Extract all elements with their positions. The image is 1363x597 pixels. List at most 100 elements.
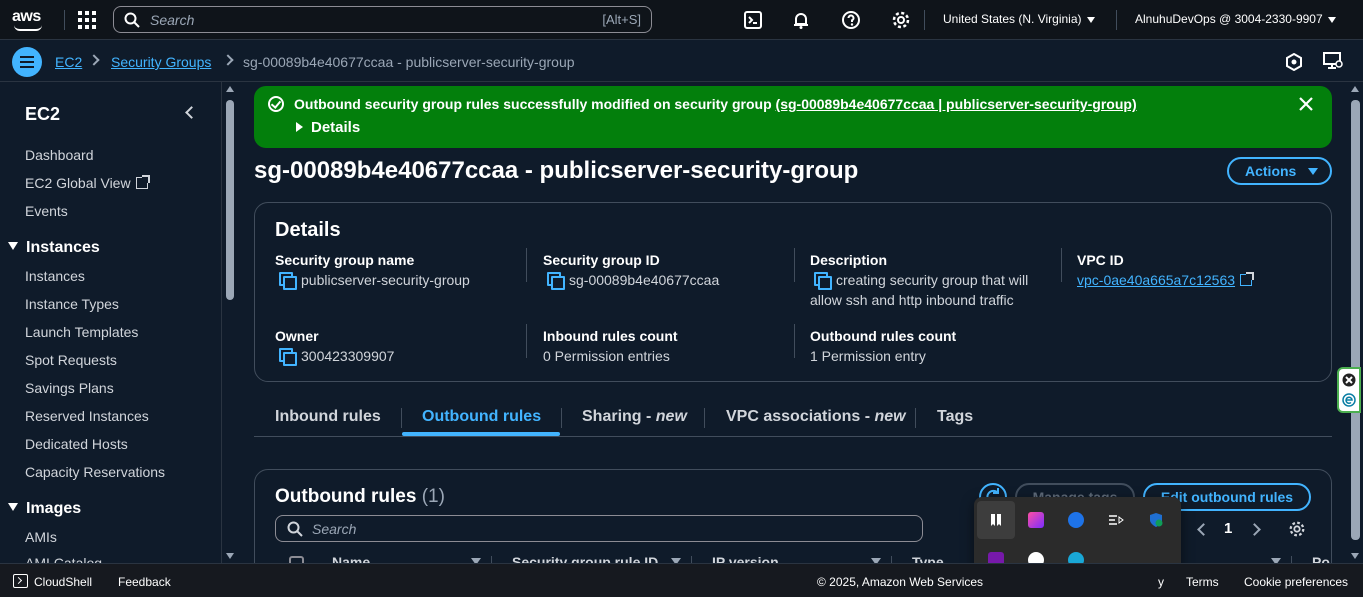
active-tab-indicator xyxy=(402,432,560,436)
chevron-right-icon xyxy=(88,54,100,66)
sidebar-item-ami-catalog[interactable]: AMI Catalog xyxy=(25,555,102,563)
sidebar-item-dashboard[interactable]: Dashboard xyxy=(25,147,94,163)
side-navigation: EC2 Dashboard EC2 Global View Events Ins… xyxy=(0,82,222,563)
cloudshell-icon[interactable] xyxy=(743,10,763,30)
breadcrumb-security-groups[interactable]: Security Groups xyxy=(111,54,211,70)
copy-icon[interactable] xyxy=(814,272,832,290)
close-circle-icon[interactable] xyxy=(1342,373,1356,387)
success-check-icon xyxy=(268,96,284,112)
sidebar-item-launch-templates[interactable]: Launch Templates xyxy=(25,324,138,340)
vpc-id-label: VPC ID xyxy=(1077,252,1124,268)
browser-extension-widget[interactable] xyxy=(1337,367,1361,413)
inbound-count-label: Inbound rules count xyxy=(543,328,678,344)
breadcrumb-ec2[interactable]: EC2 xyxy=(55,54,82,70)
copy-icon[interactable] xyxy=(279,272,297,290)
sidebar-item-instances[interactable]: Instances xyxy=(25,268,85,284)
search-placeholder: Search xyxy=(150,11,195,28)
sidebar-scrollbar[interactable] xyxy=(223,82,237,563)
flash-sg-link[interactable]: (sg-00089b4e40677ccaa | publicserver-sec… xyxy=(776,96,1137,112)
region-selector[interactable]: United States (N. Virginia) xyxy=(943,12,1095,26)
tab-tags[interactable]: Tags xyxy=(937,408,973,426)
outbound-count-value: 1 Permission entry xyxy=(810,348,926,364)
page-title: sg-00089b4e40677ccaa - publicserver-secu… xyxy=(254,157,859,184)
sidebar-section-images[interactable]: Images xyxy=(8,500,81,518)
tab-inbound-rules[interactable]: Inbound rules xyxy=(275,408,381,426)
services-grid-icon[interactable] xyxy=(78,11,96,29)
cloudshell-icon[interactable] xyxy=(13,574,28,588)
cast-icon xyxy=(1109,515,1124,525)
copy-icon[interactable] xyxy=(279,348,297,366)
sidebar-item-global-view[interactable]: EC2 Global View xyxy=(25,175,150,191)
breadcrumb-current: sg-00089b4e40677ccaa - publicserver-secu… xyxy=(243,54,575,70)
copyright-text: © 2025, Amazon Web Services xyxy=(817,575,984,589)
external-link-icon xyxy=(1240,272,1255,286)
description-line-2: allow ssh and http inbound traffic xyxy=(810,292,1014,308)
shield-icon xyxy=(1150,513,1163,527)
close-icon[interactable] xyxy=(1298,96,1314,112)
search-icon xyxy=(287,521,303,537)
sidebar-item-instance-types[interactable]: Instance Types xyxy=(25,296,119,312)
previous-page-icon[interactable] xyxy=(1197,523,1210,536)
tray-app-icon[interactable] xyxy=(1017,501,1055,539)
tab-sharing[interactable]: Sharing - new xyxy=(582,408,687,426)
help-icon[interactable] xyxy=(841,10,861,30)
notifications-hexagon-icon[interactable] xyxy=(1285,53,1303,71)
display-settings-icon[interactable] xyxy=(1323,52,1343,70)
cloudshell-link[interactable]: CloudShell xyxy=(34,575,92,589)
flash-details-toggle[interactable]: Details xyxy=(296,119,360,136)
caret-right-icon xyxy=(296,122,303,132)
chevron-down-icon xyxy=(1327,16,1336,23)
caret-down-icon xyxy=(8,242,18,250)
search-icon xyxy=(124,12,140,28)
global-search-input[interactable]: Search [Alt+S] xyxy=(113,6,652,33)
sidebar-item-events[interactable]: Events xyxy=(25,203,68,219)
sidebar-item-spot-requests[interactable]: Spot Requests xyxy=(25,352,117,368)
collapse-sidebar-icon[interactable] xyxy=(185,106,198,119)
sidebar-item-amis[interactable]: AMIs xyxy=(25,529,57,545)
description-label: Description xyxy=(810,252,888,268)
breadcrumb-bar: EC2 Security Groups sg-00089b4e40677ccaa… xyxy=(0,41,1363,82)
next-page-icon[interactable] xyxy=(1248,523,1261,536)
actions-button[interactable]: Actions xyxy=(1227,157,1332,185)
page-number[interactable]: 1 xyxy=(1224,520,1232,537)
copy-icon[interactable] xyxy=(547,272,565,290)
sidebar-item-savings-plans[interactable]: Savings Plans xyxy=(25,380,114,396)
cookie-preferences-link[interactable]: Cookie preferences xyxy=(1244,575,1348,589)
side-nav-toggle-button[interactable] xyxy=(12,47,42,77)
tray-bluetooth-icon[interactable] xyxy=(1057,501,1095,539)
footer-bar: CloudShell Feedback © 2025, Amazon Web S… xyxy=(0,563,1363,597)
sg-name-label: Security group name xyxy=(275,252,415,268)
tab-outbound-rules[interactable]: Outbound rules xyxy=(422,408,541,426)
inbound-count-value: 0 Permission entries xyxy=(543,348,670,364)
feedback-link[interactable]: Feedback xyxy=(118,575,171,589)
account-menu[interactable]: AlnuhuDevOps @ 3004-2330-9907 xyxy=(1135,12,1336,26)
aws-logo[interactable]: aws xyxy=(12,8,48,32)
tab-vpc-associations[interactable]: VPC associations - new xyxy=(726,408,906,426)
privacy-link[interactable]: y xyxy=(1158,575,1164,589)
gear-icon[interactable] xyxy=(891,10,911,30)
toolbox-app-icon xyxy=(1028,512,1044,528)
table-settings-gear-icon[interactable] xyxy=(1288,520,1306,538)
sidebar-item-capacity-reservations[interactable]: Capacity Reservations xyxy=(25,464,165,480)
terms-link[interactable]: Terms xyxy=(1186,575,1219,589)
rules-search-input[interactable]: Search xyxy=(275,515,923,542)
external-link-icon xyxy=(135,175,150,189)
details-heading: Details xyxy=(275,219,341,241)
bell-icon[interactable] xyxy=(791,10,811,30)
vpc-id-link[interactable]: vpc-0ae40a665a7c12563 xyxy=(1077,272,1255,288)
page-scrollbar[interactable] xyxy=(1348,82,1363,563)
tray-app-icon[interactable] xyxy=(977,501,1015,539)
sidebar-item-reserved-instances[interactable]: Reserved Instances xyxy=(25,408,149,424)
sidebar-section-instances[interactable]: Instances xyxy=(8,239,100,257)
sg-id-value: sg-00089b4e40677ccaa xyxy=(547,272,719,290)
tray-app-icon[interactable] xyxy=(1097,501,1135,539)
chevron-right-icon xyxy=(222,54,234,66)
description-line-1: creating security group that will xyxy=(814,272,1028,290)
owner-value: 300423309907 xyxy=(279,348,394,366)
sidebar-item-dedicated-hosts[interactable]: Dedicated Hosts xyxy=(25,436,128,452)
sg-name-value: publicserver-security-group xyxy=(279,272,470,290)
caret-down-icon xyxy=(8,503,18,511)
outbound-rules-heading: Outbound rules (1) xyxy=(275,486,445,507)
tray-security-icon[interactable] xyxy=(1137,501,1175,539)
edge-extension-icon[interactable] xyxy=(1342,393,1356,407)
